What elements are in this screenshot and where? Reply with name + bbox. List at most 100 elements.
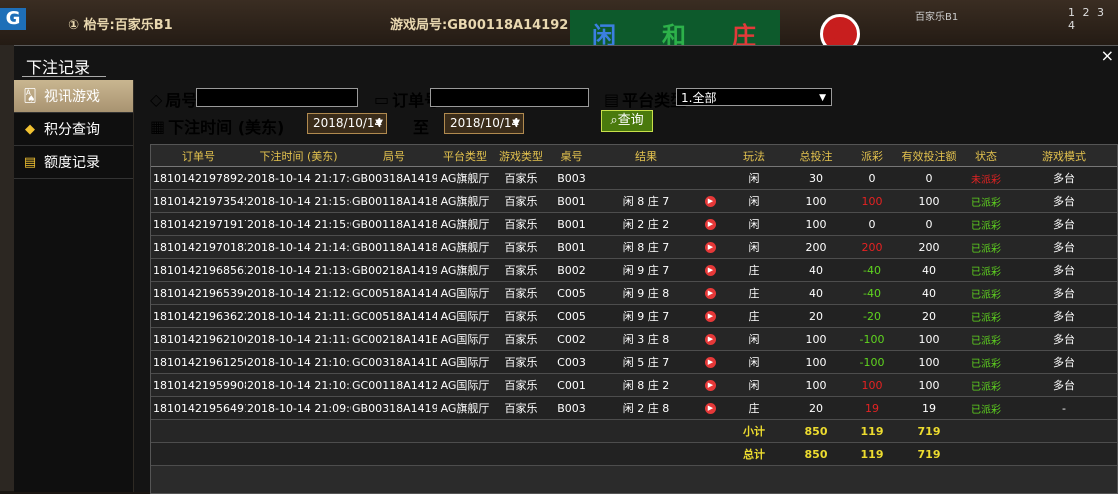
- col-play: 玩法: [723, 145, 785, 167]
- bet-player[interactable]: 闲: [592, 16, 616, 45]
- status-cell: 已派彩: [961, 327, 1011, 351]
- desk-cell: B001: [549, 189, 594, 213]
- play-video-icon[interactable]: ▶: [705, 288, 716, 299]
- game-type-cell: 百家乐: [493, 189, 549, 213]
- empty-cell: [246, 419, 351, 443]
- status-cell: 未派彩: [961, 166, 1011, 190]
- order-id-cell: 181014219636224: [151, 304, 246, 328]
- sidebar-item-points[interactable]: ◆ 积分查询: [14, 113, 133, 146]
- game-mode-cell: 多台: [1011, 189, 1117, 213]
- play-video-icon[interactable]: ▶: [705, 380, 716, 391]
- play-video-icon[interactable]: ▶: [705, 357, 716, 368]
- bet-time-cell: 2018-10-14 21:17:45: [246, 166, 351, 190]
- valid-bet-cell: 100: [897, 327, 961, 351]
- bet-tie[interactable]: 和: [662, 16, 686, 45]
- result-cell: 闲 9 庄 7: [594, 258, 698, 282]
- sidebar-item-credit-records[interactable]: ▤ 额度记录: [14, 146, 133, 179]
- subtotal-row-payout: 119: [847, 419, 897, 443]
- bet-time-cell: 2018-10-14 21:12:36: [246, 281, 351, 305]
- table-row: 1810142196856302018-10-14 21:13:46GB0021…: [151, 258, 1117, 282]
- order-input[interactable]: [430, 88, 589, 107]
- play-video-icon[interactable]: ▶: [705, 403, 716, 414]
- query-label: 查询: [617, 113, 644, 128]
- close-button[interactable]: ×: [1101, 46, 1114, 65]
- platform-cell: AG国际厅: [437, 304, 493, 328]
- table-row: 1810142197018252018-10-14 21:14:25GB0011…: [151, 235, 1117, 259]
- play-cell: 闲: [723, 189, 785, 213]
- play-cell: 闲: [723, 212, 785, 236]
- bet-banker[interactable]: 庄: [732, 16, 756, 45]
- round-id: 游戏局号:GB00118A14192: [390, 18, 569, 33]
- platform-cell: AG旗舰厅: [437, 235, 493, 259]
- table-header-row: 订单号 下注时间 (美东) 局号 平台类型 游戏类型 桌号 结果 玩法 总投注 …: [151, 145, 1117, 167]
- col-replay: [698, 145, 723, 167]
- chip-icon[interactable]: 9: [820, 14, 860, 45]
- empty-cell: [594, 442, 698, 466]
- bet-area[interactable]: 闲 和 庄: [570, 10, 780, 45]
- order-id-cell: 181014219701825: [151, 235, 246, 259]
- result-cell: 闲 8 庄 2: [594, 373, 698, 397]
- play-video-icon[interactable]: ▶: [705, 311, 716, 322]
- game-type-cell: 百家乐: [493, 258, 549, 282]
- col-payout: 派彩: [847, 145, 897, 167]
- chevron-down-icon: ▼: [819, 93, 826, 103]
- col-game-mode: 游戏模式: [1011, 145, 1117, 167]
- to-label-text: 至: [413, 118, 430, 137]
- play-cell: 闲: [723, 350, 785, 374]
- col-round-id: 局号: [351, 145, 437, 167]
- round-id-cell: GB00318A1419F: [351, 396, 437, 420]
- replay-cell: ▶: [698, 281, 723, 305]
- round-id-cell: GB00218A1419I: [351, 258, 437, 282]
- play-video-icon[interactable]: ▶: [705, 219, 716, 230]
- total-bet-cell: 200: [785, 235, 847, 259]
- empty-cell: [493, 419, 549, 443]
- play-video-icon[interactable]: ▶: [705, 265, 716, 276]
- empty-cell: [351, 442, 437, 466]
- game-type-cell: 百家乐: [493, 304, 549, 328]
- empty-cell: [961, 442, 1011, 466]
- game-type-cell: 百家乐: [493, 166, 549, 190]
- desk-cell: B002: [549, 258, 594, 282]
- round-id-cell: GC00218A141EW: [351, 327, 437, 351]
- table-row: 1810142196210012018-10-14 21:11:19GC0021…: [151, 327, 1117, 351]
- bet-time-cell: 2018-10-14 21:11:56: [246, 304, 351, 328]
- diamond-icon: ◆: [25, 121, 35, 137]
- play-cell: 庄: [723, 281, 785, 305]
- platform-select[interactable]: 1.全部 ▼: [676, 88, 832, 106]
- replay-cell: ▶: [698, 304, 723, 328]
- result-cell: 闲 5 庄 7: [594, 350, 698, 374]
- round-input[interactable]: [196, 88, 358, 107]
- payout-cell: 200: [847, 235, 897, 259]
- date-from-picker[interactable]: 2018/10/14 ▼: [307, 113, 387, 134]
- game-logo: G: [0, 8, 26, 30]
- result-cell: 闲 9 庄 8: [594, 281, 698, 305]
- empty-cell: [961, 419, 1011, 443]
- valid-bet-cell: 0: [897, 166, 961, 190]
- payout-cell: -100: [847, 327, 897, 351]
- order-id-cell: 181014219599083: [151, 373, 246, 397]
- round-id-cell: GB00118A1418Y: [351, 212, 437, 236]
- platform-select-value: 1.全部: [681, 91, 717, 105]
- sidebar-item-video-games[interactable]: 🂡 视讯游戏: [14, 80, 133, 113]
- status-cell: 已派彩: [961, 304, 1011, 328]
- order-id-cell: 181014219789243: [151, 166, 246, 190]
- subtotal-row: 小计 850 119 719: [151, 419, 1117, 443]
- play-video-icon[interactable]: ▶: [705, 334, 716, 345]
- bet-time-cell: 2018-10-14 21:14:25: [246, 235, 351, 259]
- game-mode-cell: 多台: [1011, 212, 1117, 236]
- status-cell: 已派彩: [961, 235, 1011, 259]
- valid-bet-cell: 100: [897, 373, 961, 397]
- status-cell: 已派彩: [961, 373, 1011, 397]
- round-label-text: 局号: [165, 91, 198, 110]
- play-video-icon[interactable]: ▶: [705, 242, 716, 253]
- col-total-bet: 总投注: [785, 145, 847, 167]
- sidebar-item-label: 视讯游戏: [44, 89, 100, 105]
- empty-cell: [351, 419, 437, 443]
- query-button[interactable]: ⌕查询: [601, 110, 653, 132]
- play-video-icon[interactable]: ▶: [705, 196, 716, 207]
- empty-cell: [151, 442, 246, 466]
- date-to-picker[interactable]: 2018/10/14 ▼: [444, 113, 524, 134]
- date-to-value: 2018/10/14: [450, 116, 520, 130]
- document-icon: ▤: [23, 154, 37, 170]
- empty-cell: [1011, 442, 1117, 466]
